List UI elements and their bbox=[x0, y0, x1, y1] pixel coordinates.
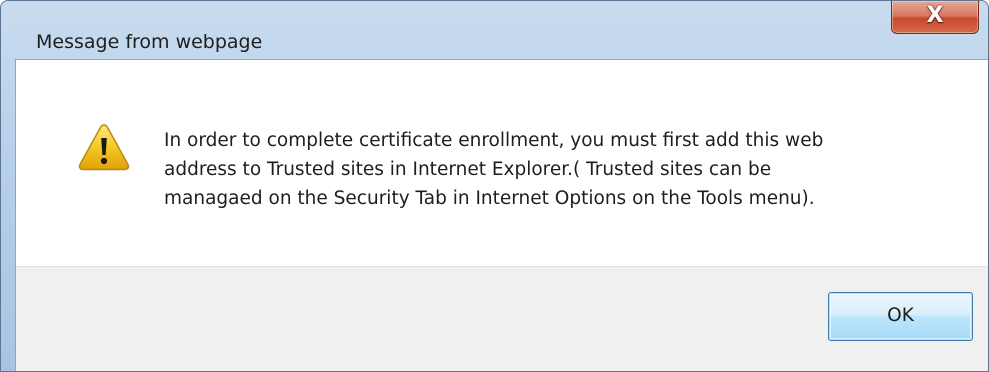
message-line: address to Trusted sites in Internet Exp… bbox=[164, 159, 772, 180]
message-panel: In order to complete certificate enrollm… bbox=[16, 60, 988, 267]
message-text: In order to complete certificate enrollm… bbox=[164, 126, 954, 213]
warning-icon bbox=[78, 124, 130, 171]
ok-button[interactable]: OK bbox=[828, 292, 973, 341]
dialog-window: Message from webpage X In order to compl… bbox=[0, 0, 989, 372]
close-icon: X bbox=[926, 3, 944, 28]
dialog-client-area: In order to complete certificate enrollm… bbox=[15, 59, 988, 371]
title-bar[interactable]: Message from webpage X bbox=[1, 1, 988, 53]
close-button[interactable]: X bbox=[891, 1, 979, 34]
message-line: In order to complete certificate enrollm… bbox=[164, 130, 824, 151]
message-line: managaed on the Security Tab in Internet… bbox=[164, 188, 815, 209]
window-title: Message from webpage bbox=[36, 31, 263, 53]
